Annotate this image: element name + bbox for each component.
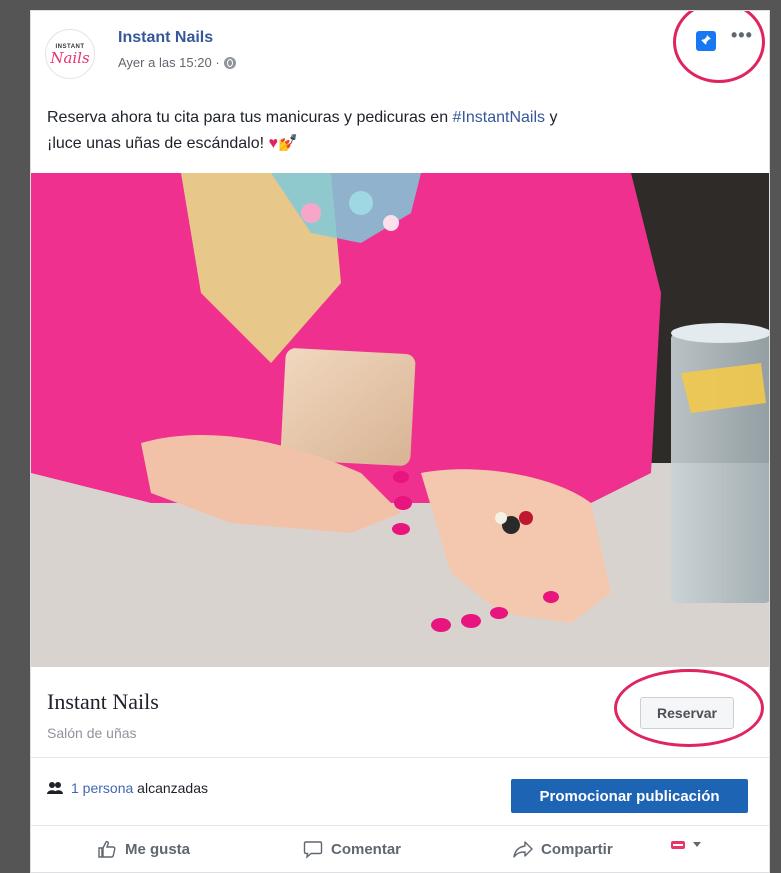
page-name-link[interactable]: Instant Nails <box>118 29 213 47</box>
post-header: INSTANT Nails Instant Nails Ayer a las 1… <box>45 29 759 89</box>
like-label: Me gusta <box>125 840 191 858</box>
post-text: Reserva ahora tu cita para tus manicuras… <box>47 105 747 157</box>
share-label: Compartir <box>541 840 613 858</box>
comment-button[interactable]: Comentar <box>303 839 401 859</box>
highlight-circle-reservar <box>614 669 764 747</box>
comment-bubble-icon <box>303 841 323 859</box>
reach-suffix: alcanzadas <box>133 780 208 796</box>
share-arrow-icon <box>513 841 533 858</box>
link-preview-title: Instant Nails <box>47 689 159 714</box>
reach-count-link[interactable]: 1 persona <box>71 780 133 796</box>
avatar-script-text: Nails <box>50 48 90 67</box>
photo-illustration <box>31 173 769 667</box>
page-flag-icon <box>671 841 685 849</box>
like-button[interactable]: Me gusta <box>97 839 190 859</box>
nail-polish-emoji-icon: 💅 <box>277 135 298 152</box>
globe-icon <box>223 56 236 69</box>
chevron-down-icon <box>693 842 701 847</box>
link-preview-subtitle: Salón de uñas <box>47 725 137 741</box>
audience-selector[interactable] <box>671 839 701 851</box>
people-icon <box>47 781 63 798</box>
action-bar: Me gusta Comentar Compartir <box>31 825 769 872</box>
promote-post-button[interactable]: Promocionar publicación <box>511 779 748 813</box>
heart-emoji-icon: ♥ <box>268 135 278 152</box>
link-preview[interactable]: Instant Nails Salón de uñas Reservar <box>31 667 769 758</box>
hashtag-link[interactable]: #InstantNails <box>453 109 546 126</box>
post-photo[interactable] <box>31 173 769 667</box>
comment-label: Comentar <box>331 840 402 858</box>
reach-text: 1 persona alcanzadas <box>71 780 208 796</box>
post-text-line2: ¡luce unas uñas de escándalo! <box>47 135 269 152</box>
facebook-post-card: INSTANT Nails Instant Nails Ayer a las 1… <box>30 10 770 873</box>
reach-bar: 1 persona alcanzadas Promocionar publica… <box>31 757 769 826</box>
share-button[interactable]: Compartir <box>513 839 613 859</box>
like-thumb-icon <box>98 840 116 858</box>
post-timestamp[interactable]: Ayer a las 15:20 · <box>118 55 220 70</box>
post-text-part2: y <box>545 109 558 126</box>
post-meta: Ayer a las 15:20 · <box>118 55 236 70</box>
page-avatar[interactable]: INSTANT Nails <box>45 29 95 79</box>
post-text-part1: Reserva ahora tu cita para tus manicuras… <box>47 109 453 126</box>
